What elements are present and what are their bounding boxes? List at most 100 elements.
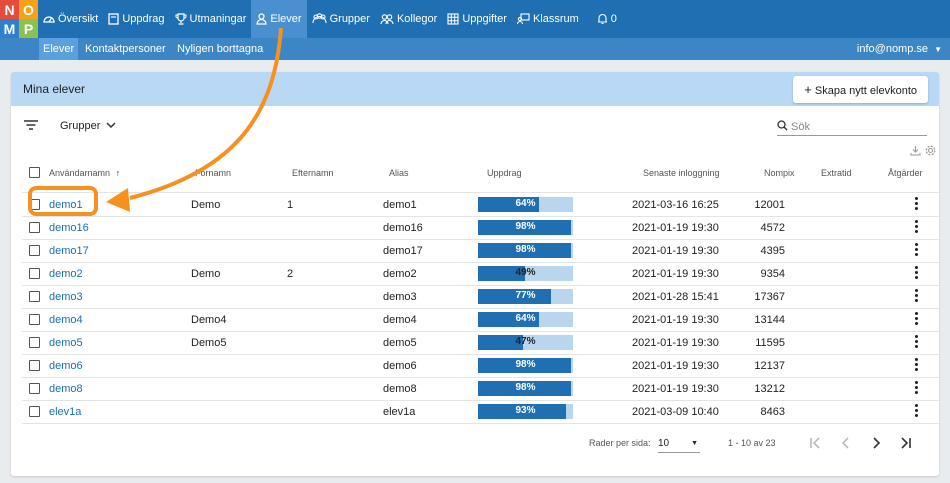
- rows-per-page-select[interactable]: 10 ▼: [658, 438, 700, 453]
- row-checkbox[interactable]: [29, 360, 40, 371]
- rows-per-page-label: Rader per sida:: [589, 438, 651, 448]
- progress-bar: 93%: [478, 404, 573, 419]
- table-row[interactable]: elev1a elev1a 93% 2021-03-09 10:40 8463: [11, 400, 939, 423]
- row-checkbox[interactable]: [29, 314, 40, 325]
- nav-label-uppdrag: Uppdrag: [122, 13, 165, 25]
- prev-page-button[interactable]: [839, 436, 853, 453]
- alias-cell: demo1: [383, 199, 417, 211]
- next-page-button[interactable]: [869, 436, 883, 453]
- nav-item-oversikt[interactable]: Översikt: [38, 0, 103, 38]
- nav-label-oversikt: Översikt: [58, 13, 99, 25]
- header-alias[interactable]: Alias: [389, 168, 409, 178]
- more-actions-icon[interactable]: [915, 312, 919, 327]
- username-link[interactable]: demo5: [49, 337, 83, 349]
- search-input[interactable]: Sök: [777, 118, 927, 136]
- settings-icon[interactable]: [925, 145, 936, 159]
- username-link[interactable]: demo3: [49, 291, 83, 303]
- table-row[interactable]: demo4 Demo4 demo4 64% 2021-01-19 19:30 13144: [11, 308, 939, 331]
- username-link[interactable]: demo17: [49, 245, 89, 257]
- table-row[interactable]: demo8 demo8 98% 2021-01-19 19:30 13212: [11, 377, 939, 400]
- more-actions-icon[interactable]: [915, 335, 919, 350]
- more-actions-icon[interactable]: [915, 381, 919, 396]
- last-login-cell: 2021-01-19 19:30: [632, 383, 719, 395]
- row-checkbox[interactable]: [29, 406, 40, 417]
- more-actions-icon[interactable]: [915, 197, 919, 212]
- groups-label: Grupper: [60, 120, 101, 132]
- progress-bar: 98%: [478, 358, 573, 373]
- nav-item-kollegor[interactable]: Kollegor: [375, 0, 442, 38]
- table-row[interactable]: demo1 Demo 1 demo1 64% 2021-03-16 16:25 12001: [11, 193, 939, 216]
- header-username[interactable]: Användarnamn ↑: [49, 168, 120, 178]
- header-extratid[interactable]: Extratid: [821, 168, 852, 178]
- table-row[interactable]: demo5 Demo5 demo5 47% 2021-01-19 19:30 11595: [11, 331, 939, 354]
- first-page-button[interactable]: [808, 436, 822, 453]
- more-actions-icon[interactable]: [915, 243, 919, 258]
- nav-item-grupper[interactable]: Grupper: [307, 0, 375, 38]
- user-icon: [256, 13, 268, 25]
- table-row[interactable]: demo2 Demo 2 demo2 49% 2021-01-19 19:30 9354: [11, 262, 939, 285]
- subnav-kontaktpersoner[interactable]: Kontaktpersoner: [81, 38, 170, 60]
- more-actions-icon[interactable]: [915, 266, 919, 281]
- table-row[interactable]: demo16 demo16 98% 2021-01-19 19:30 4572: [11, 216, 939, 239]
- alias-cell: demo4: [383, 314, 417, 326]
- progress-bar: 77%: [478, 289, 573, 304]
- nav-item-uppdrag[interactable]: Uppdrag: [103, 0, 169, 38]
- row-checkbox[interactable]: [29, 383, 40, 394]
- row-checkbox[interactable]: [29, 337, 40, 348]
- groups-dropdown[interactable]: Grupper: [60, 120, 116, 132]
- download-icon[interactable]: [910, 145, 921, 159]
- filter-icon[interactable]: [24, 120, 38, 133]
- username-link[interactable]: demo8: [49, 383, 83, 395]
- table-tools: [910, 145, 936, 159]
- header-first-name[interactable]: Förnamn: [195, 168, 231, 178]
- chevron-down-icon: [106, 120, 116, 132]
- card-title: Mina elever: [23, 82, 86, 96]
- alias-cell: demo17: [383, 245, 423, 257]
- subnav-nyligen-borttagna[interactable]: Nyligen borttagna: [173, 38, 267, 60]
- last-login-cell: 2021-01-19 19:30: [632, 222, 719, 234]
- row-checkbox[interactable]: [29, 245, 40, 256]
- progress-bar: 98%: [478, 381, 573, 396]
- top-navbar: N O M P Översikt Uppdrag Utmaningar Elev…: [0, 0, 950, 38]
- row-checkbox[interactable]: [29, 291, 40, 302]
- nav-item-utmaningar[interactable]: Utmaningar: [170, 0, 252, 38]
- row-checkbox[interactable]: [29, 222, 40, 233]
- table-row[interactable]: demo17 demo17 98% 2021-01-19 19:30 4395: [11, 239, 939, 262]
- nav-item-uppgifter[interactable]: Uppgifter: [442, 0, 512, 38]
- header-uppdrag[interactable]: Uppdrag: [487, 168, 522, 178]
- more-actions-icon[interactable]: [915, 404, 919, 419]
- more-actions-icon[interactable]: [915, 289, 919, 304]
- subnav-elever[interactable]: Elever: [39, 38, 79, 60]
- row-checkbox[interactable]: [29, 268, 40, 279]
- last-page-button[interactable]: [899, 436, 913, 453]
- account-menu[interactable]: info@nomp.se ▼: [857, 38, 942, 60]
- username-link[interactable]: demo4: [49, 314, 83, 326]
- alias-cell: demo5: [383, 337, 417, 349]
- first-name-cell: Demo: [191, 199, 221, 211]
- username-link[interactable]: demo6: [49, 360, 83, 372]
- alias-cell: demo2: [383, 268, 417, 280]
- table-row[interactable]: demo3 demo3 77% 2021-01-28 15:41 17367: [11, 285, 939, 308]
- nav-item-elever[interactable]: Elever: [251, 0, 307, 38]
- more-actions-icon[interactable]: [915, 220, 919, 235]
- nav-item-notifications[interactable]: 0: [592, 0, 622, 38]
- table-row[interactable]: demo6 demo6 98% 2021-01-19 19:30 12137: [11, 354, 939, 377]
- username-link[interactable]: elev1a: [49, 406, 81, 418]
- nav-item-klassrum[interactable]: Klassrum: [512, 0, 584, 38]
- username-link[interactable]: demo2: [49, 268, 83, 280]
- select-all-checkbox[interactable]: [29, 167, 40, 178]
- create-student-button[interactable]: + Skapa nytt elevkonto: [793, 76, 928, 103]
- progress-label: 64%: [515, 313, 536, 324]
- last-login-cell: 2021-03-09 10:40: [632, 406, 719, 418]
- header-last-name[interactable]: Efternamn: [292, 168, 334, 178]
- search-icon: [777, 119, 788, 134]
- account-email: info@nomp.se: [856, 43, 929, 55]
- header-last-login[interactable]: Senaste inloggning: [643, 168, 720, 178]
- header-nompix[interactable]: Nompix: [764, 168, 795, 178]
- nompix-cell: 8463: [760, 406, 785, 418]
- username-link[interactable]: demo16: [49, 222, 89, 234]
- header-actions: Åtgärder: [888, 168, 923, 178]
- more-actions-icon[interactable]: [915, 358, 919, 373]
- progress-label: 98%: [515, 221, 536, 232]
- nomp-logo[interactable]: N O M P: [0, 0, 38, 38]
